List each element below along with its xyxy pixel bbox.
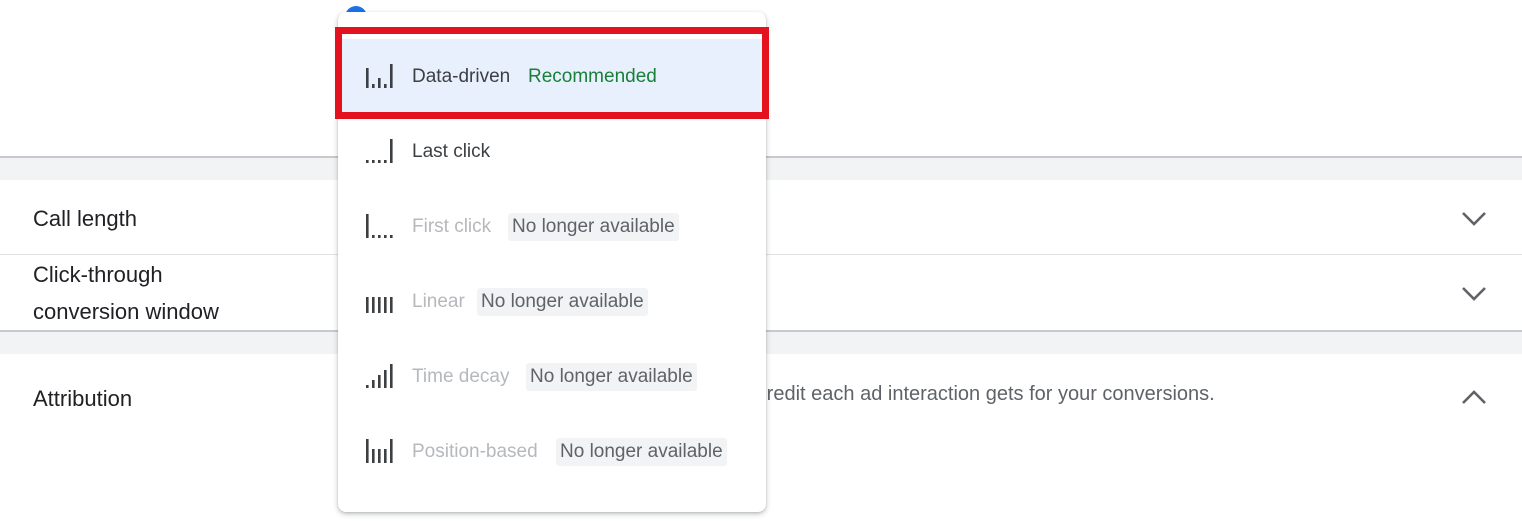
unavailable-badge: No longer available (477, 288, 648, 316)
unavailable-badge: No longer available (508, 213, 679, 241)
selection-highlight-box (335, 27, 769, 119)
unavailable-badge: No longer available (526, 363, 697, 391)
unavailable-badge: No longer available (556, 438, 727, 466)
setting-label-click-through-line2: conversion window (33, 299, 219, 324)
menu-option-time-decay[interactable]: Time decay No longer available (338, 339, 766, 414)
menu-option-label: Time decay (412, 366, 510, 387)
first-click-icon (366, 214, 393, 238)
menu-option-label: First click (412, 216, 492, 237)
menu-option-label: Position-based (412, 441, 538, 462)
setting-label-attribution: Attribution (33, 386, 133, 411)
attribution-description: h credit each ad interaction gets for yo… (740, 383, 1215, 405)
menu-option-label: Last click (412, 141, 491, 162)
setting-label-click-through-line1: Click-through (33, 262, 163, 287)
menu-option-first-click[interactable]: First click No longer available (338, 189, 766, 264)
menu-option-linear[interactable]: Linear No longer available (338, 264, 766, 339)
chevron-down-icon[interactable] (1458, 202, 1490, 234)
chevron-down-icon[interactable] (1458, 277, 1490, 309)
time-decay-icon (366, 364, 393, 388)
menu-option-label: Linear (412, 291, 465, 312)
menu-option-position-based[interactable]: Position-based No longer available (338, 414, 766, 489)
menu-option-last-click[interactable]: Last click (338, 114, 766, 189)
chevron-up-icon[interactable] (1458, 382, 1490, 414)
position-based-icon (366, 439, 393, 463)
linear-icon (366, 297, 393, 313)
last-click-icon (366, 139, 393, 163)
setting-label-call-length: Call length (33, 206, 137, 231)
